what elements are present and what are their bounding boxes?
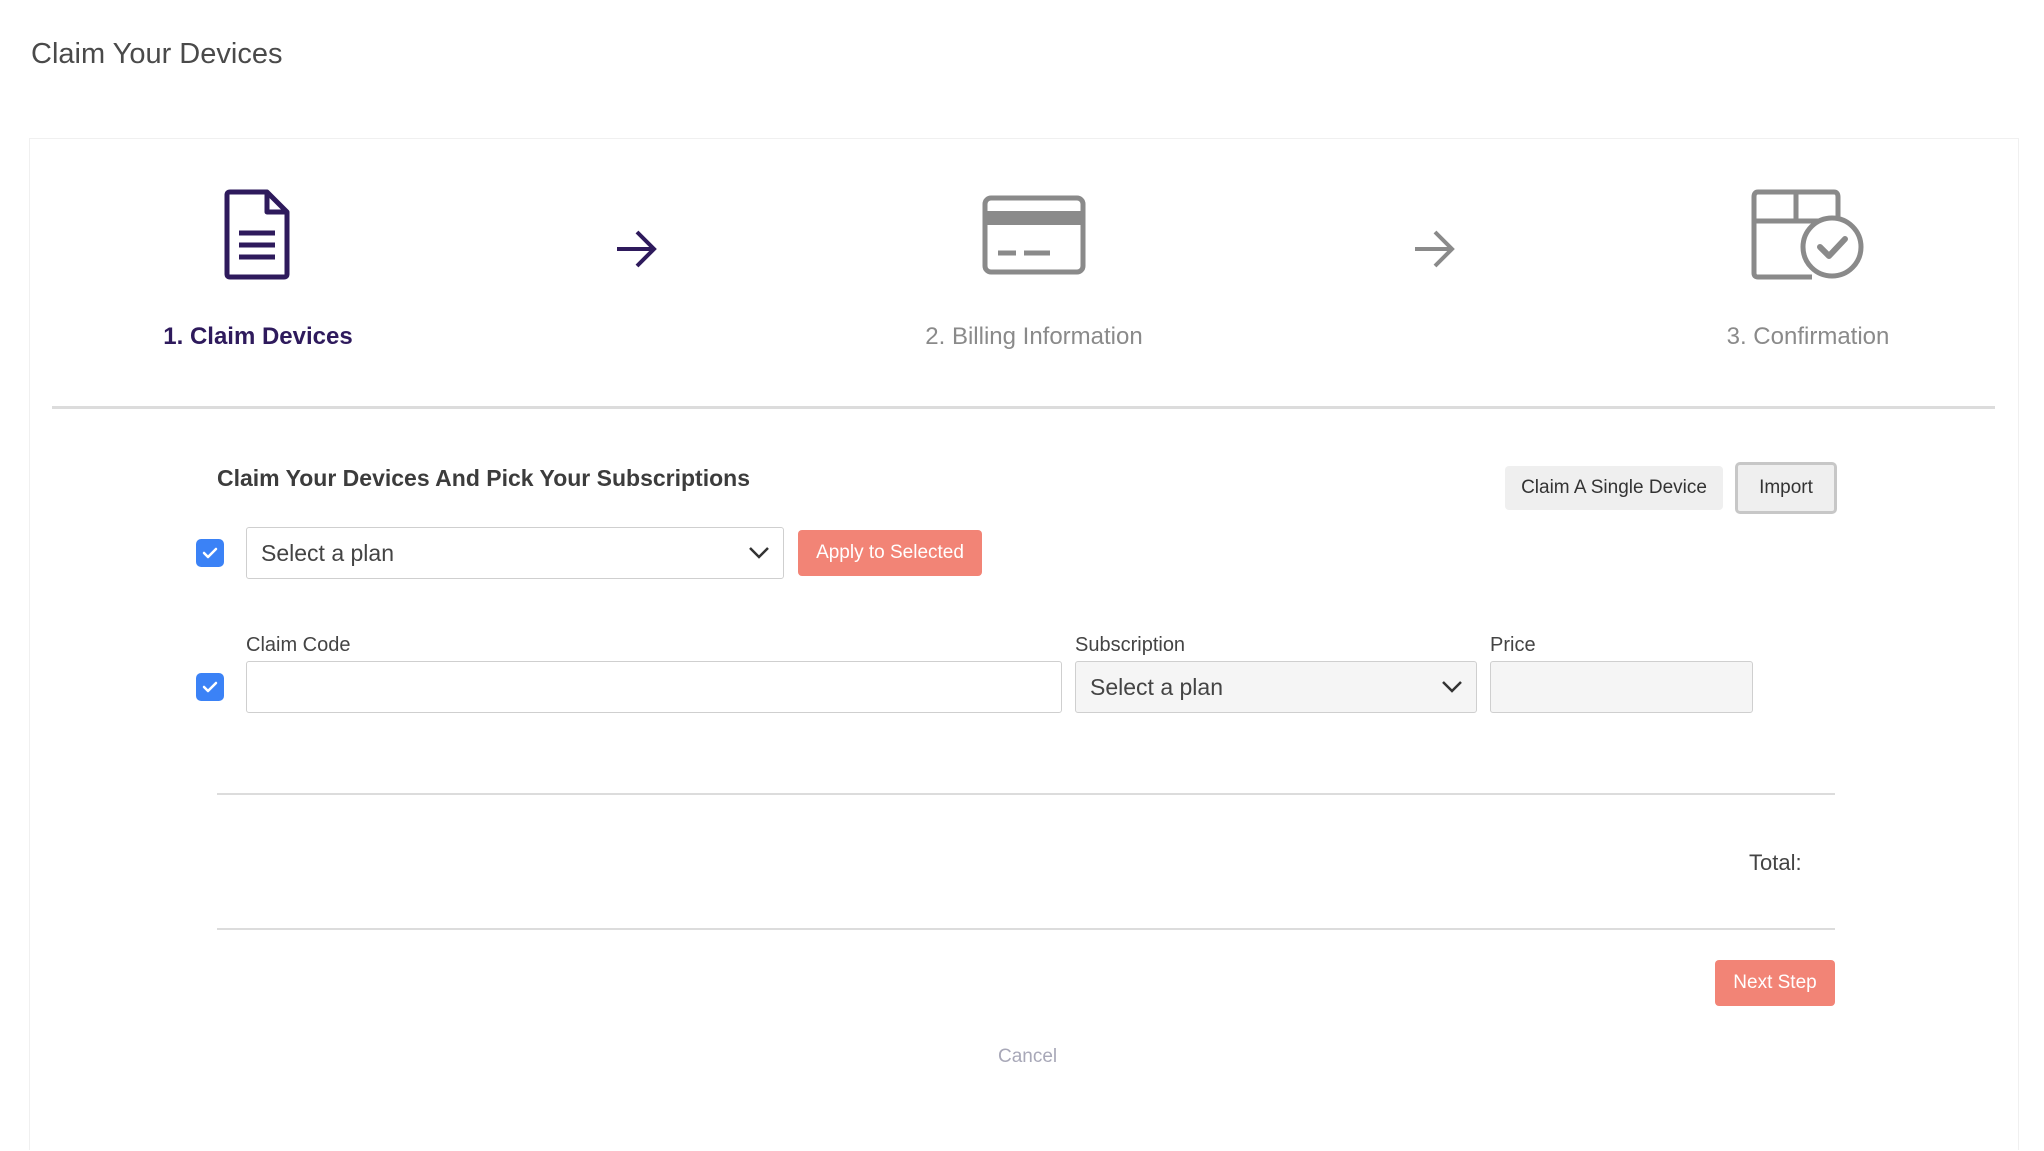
claim-code-label: Claim Code	[246, 634, 351, 656]
chevron-down-icon	[1442, 681, 1462, 693]
subscription-label: Subscription	[1075, 634, 1186, 656]
bulk-plan-select[interactable]: Select a plan	[246, 527, 784, 579]
claim-code-input[interactable]	[246, 661, 1062, 713]
arrow-right-icon	[617, 230, 657, 268]
import-button[interactable]: Import	[1735, 462, 1837, 514]
next-step-button[interactable]: Next Step	[1715, 960, 1835, 1006]
document-icon	[224, 189, 290, 280]
subscription-select[interactable]: Select a plan	[1075, 661, 1477, 713]
subscription-value: Select a plan	[1090, 673, 1223, 700]
arrow-right-icon	[1415, 230, 1455, 268]
step-billing-information: 2. Billing Information	[894, 323, 1174, 351]
cancel-link[interactable]: Cancel	[998, 1046, 1057, 1068]
checkmark-icon	[202, 681, 218, 693]
apply-to-selected-button[interactable]: Apply to Selected	[798, 530, 982, 576]
section-title: Claim Your Devices And Pick Your Subscri…	[217, 465, 750, 491]
step-label: 3. Confirmation	[1726, 323, 1890, 350]
claim-single-device-button[interactable]: Claim A Single Device	[1505, 466, 1723, 510]
total-divider-top	[217, 793, 1835, 795]
step-confirmation: 3. Confirmation	[1680, 323, 1936, 351]
credit-card-icon	[982, 195, 1086, 275]
page-title: Claim Your Devices	[31, 38, 283, 70]
price-label: Price	[1490, 634, 1536, 656]
step-label: 1. Claim Devices	[163, 323, 353, 350]
bulk-plan-value: Select a plan	[261, 539, 394, 566]
device-row-checkbox[interactable]	[196, 673, 224, 701]
step-claim-devices: 1. Claim Devices	[130, 323, 386, 351]
box-check-icon	[1751, 189, 1864, 280]
stepper-divider	[52, 406, 1995, 409]
chevron-down-icon	[749, 547, 769, 559]
select-all-checkbox[interactable]	[196, 539, 224, 567]
total-label: Total:	[1749, 850, 1802, 875]
price-input	[1490, 661, 1753, 713]
step-label: 2. Billing Information	[925, 323, 1143, 350]
checkmark-icon	[202, 547, 218, 559]
total-divider-bottom	[217, 928, 1835, 930]
